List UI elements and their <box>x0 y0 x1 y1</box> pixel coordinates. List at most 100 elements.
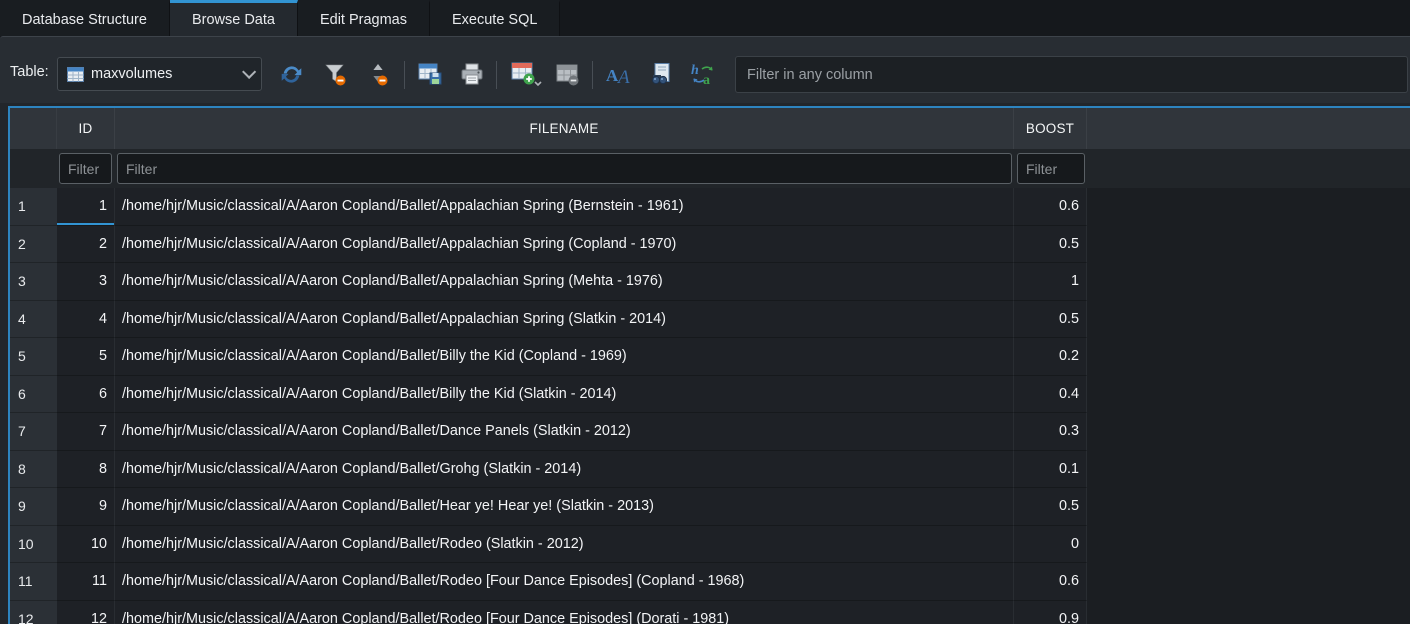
id-cell[interactable]: 8 <box>57 451 115 489</box>
row-number-header[interactable]: 12 <box>10 601 57 624</box>
filename-cell[interactable]: /home/hjr/Music/classical/A/Aaron Coplan… <box>115 413 1014 451</box>
row-filler <box>1087 563 1410 601</box>
refresh-button[interactable] <box>276 59 306 89</box>
id-cell[interactable]: 9 <box>57 488 115 526</box>
row-number-header[interactable]: 4 <box>10 301 57 339</box>
filename-cell[interactable]: /home/hjr/Music/classical/A/Aaron Coplan… <box>115 188 1014 226</box>
tab-execute-sql[interactable]: Execute SQL <box>430 0 560 36</box>
find-in-cells-icon <box>649 61 675 87</box>
boost-cell[interactable]: 0.4 <box>1014 376 1087 414</box>
grid-filter-row <box>10 149 1410 188</box>
filename-cell[interactable]: /home/hjr/Music/classical/A/Aaron Coplan… <box>115 488 1014 526</box>
row-filler <box>1087 601 1410 624</box>
delete-record-button[interactable] <box>552 59 582 89</box>
boost-cell[interactable]: 0.1 <box>1014 451 1087 489</box>
id-cell[interactable]: 5 <box>57 338 115 376</box>
grid-corner-header[interactable] <box>10 108 57 149</box>
table-selector[interactable]: maxvolumes <box>57 57 262 91</box>
save-table-button[interactable] <box>415 59 445 89</box>
boost-cell[interactable]: 0 <box>1014 526 1087 564</box>
row-filler <box>1087 451 1410 489</box>
row-number-header[interactable]: 11 <box>10 563 57 601</box>
filename-cell[interactable]: /home/hjr/Music/classical/A/Aaron Coplan… <box>115 563 1014 601</box>
id-cell[interactable]: 11 <box>57 563 115 601</box>
filename-cell[interactable]: /home/hjr/Music/classical/A/Aaron Coplan… <box>115 338 1014 376</box>
row-number-header[interactable]: 9 <box>10 488 57 526</box>
tab-browse-data[interactable]: Browse Data <box>170 0 298 36</box>
svg-text:a: a <box>703 73 710 87</box>
table-row: 88/home/hjr/Music/classical/A/Aaron Copl… <box>10 451 1410 489</box>
global-filter-input[interactable] <box>735 56 1408 93</box>
row-number-header[interactable]: 1 <box>10 188 57 226</box>
clear-sort-button[interactable] <box>363 59 393 89</box>
db-browser-window: Database StructureBrowse DataEdit Pragma… <box>0 0 1410 624</box>
filename-column-filter-input[interactable] <box>117 153 1012 184</box>
toolbar-separator <box>404 61 405 89</box>
id-cell[interactable]: 12 <box>57 601 115 624</box>
row-number-header[interactable]: 2 <box>10 226 57 264</box>
table-row: 99/home/hjr/Music/classical/A/Aaron Copl… <box>10 488 1410 526</box>
table-row: 33/home/hjr/Music/classical/A/Aaron Copl… <box>10 263 1410 301</box>
table-icon <box>67 67 84 82</box>
filename-cell[interactable]: /home/hjr/Music/classical/A/Aaron Coplan… <box>115 601 1014 624</box>
row-number-header[interactable]: 5 <box>10 338 57 376</box>
id-cell[interactable]: 10 <box>57 526 115 564</box>
boost-cell[interactable]: 0.9 <box>1014 601 1087 624</box>
table-row: 22/home/hjr/Music/classical/A/Aaron Copl… <box>10 226 1410 264</box>
clear-sort-icon <box>365 61 391 87</box>
id-column-filter-input[interactable] <box>59 153 112 184</box>
clear-filter-button[interactable] <box>320 59 350 89</box>
boost-cell[interactable]: 0.6 <box>1014 563 1087 601</box>
boost-cell[interactable]: 0.6 <box>1014 188 1087 226</box>
id-cell[interactable]: 7 <box>57 413 115 451</box>
id-cell[interactable]: 1 <box>57 188 115 226</box>
row-number-header[interactable]: 7 <box>10 413 57 451</box>
filename-cell[interactable]: /home/hjr/Music/classical/A/Aaron Coplan… <box>115 451 1014 489</box>
refresh-icon <box>279 62 304 87</box>
column-header-filename[interactable]: FILENAME <box>115 108 1014 149</box>
filename-cell[interactable]: /home/hjr/Music/classical/A/Aaron Coplan… <box>115 263 1014 301</box>
find-button[interactable] <box>647 59 677 89</box>
filename-cell[interactable]: /home/hjr/Music/classical/A/Aaron Coplan… <box>115 526 1014 564</box>
table-row: 55/home/hjr/Music/classical/A/Aaron Copl… <box>10 338 1410 376</box>
replace-button[interactable]: h a <box>689 59 719 89</box>
filename-cell[interactable]: /home/hjr/Music/classical/A/Aaron Coplan… <box>115 301 1014 339</box>
toolbar-separator <box>496 61 497 89</box>
tab-edit-pragmas[interactable]: Edit Pragmas <box>298 0 430 36</box>
id-cell[interactable]: 6 <box>57 376 115 414</box>
id-cell[interactable]: 4 <box>57 301 115 339</box>
row-filler <box>1087 188 1410 226</box>
insert-record-icon <box>510 60 542 88</box>
header-filler <box>1087 108 1410 149</box>
insert-record-button[interactable] <box>508 59 544 89</box>
table-label: Table: <box>10 37 49 104</box>
table-selector-value: maxvolumes <box>91 66 242 82</box>
row-number-header[interactable]: 10 <box>10 526 57 564</box>
print-button[interactable] <box>457 59 487 89</box>
grid-body: 11/home/hjr/Music/classical/A/Aaron Copl… <box>10 188 1410 624</box>
filename-cell[interactable]: /home/hjr/Music/classical/A/Aaron Coplan… <box>115 376 1014 414</box>
row-filler <box>1087 526 1410 564</box>
tab-database-structure[interactable]: Database Structure <box>0 0 170 36</box>
table-row: 11/home/hjr/Music/classical/A/Aaron Copl… <box>10 188 1410 226</box>
boost-cell[interactable]: 0.2 <box>1014 338 1087 376</box>
boost-cell[interactable]: 1 <box>1014 263 1087 301</box>
row-number-header[interactable]: 8 <box>10 451 57 489</box>
boost-column-filter-input[interactable] <box>1017 153 1085 184</box>
tab-bar: Database StructureBrowse DataEdit Pragma… <box>0 0 1410 36</box>
column-header-id[interactable]: ID <box>57 108 115 149</box>
font-button[interactable]: A A <box>604 59 634 89</box>
id-cell[interactable]: 2 <box>57 226 115 264</box>
boost-cell[interactable]: 0.5 <box>1014 226 1087 264</box>
column-header-boost[interactable]: BOOST <box>1014 108 1087 149</box>
table-row: 1010/home/hjr/Music/classical/A/Aaron Co… <box>10 526 1410 564</box>
filename-cell[interactable]: /home/hjr/Music/classical/A/Aaron Coplan… <box>115 226 1014 264</box>
save-table-icon <box>417 61 443 87</box>
boost-cell[interactable]: 0.5 <box>1014 301 1087 339</box>
boost-cell[interactable]: 0.5 <box>1014 488 1087 526</box>
id-cell[interactable]: 3 <box>57 263 115 301</box>
boost-cell[interactable]: 0.3 <box>1014 413 1087 451</box>
row-number-header[interactable]: 6 <box>10 376 57 414</box>
row-number-header[interactable]: 3 <box>10 263 57 301</box>
row-filler <box>1087 263 1410 301</box>
